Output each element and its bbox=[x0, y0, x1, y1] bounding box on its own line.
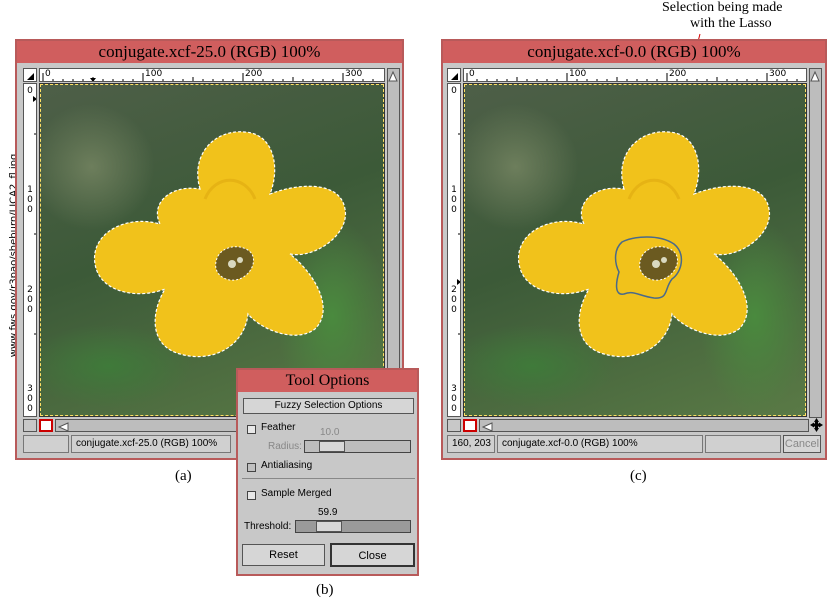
vertical-ruler: 0 1 0 0 2 0 0 3 0 0 bbox=[447, 83, 461, 417]
coords-field bbox=[23, 435, 69, 453]
window-title[interactable]: conjugate.xcf-0.0 (RGB) 100% bbox=[443, 41, 825, 63]
ruler-label-200: 200 bbox=[245, 69, 263, 79]
navigate-icon[interactable] bbox=[810, 418, 823, 432]
close-button[interactable]: Close bbox=[330, 543, 415, 567]
ruler-label-0: 0 bbox=[45, 69, 51, 79]
threshold-slider[interactable] bbox=[295, 520, 411, 533]
caption-b: (b) bbox=[316, 582, 334, 598]
vertical-scrollbar[interactable] bbox=[387, 68, 400, 418]
horizontal-scrollbar[interactable] bbox=[479, 419, 809, 432]
quickmask-off-icon[interactable] bbox=[447, 419, 461, 432]
caption-c: (c) bbox=[630, 468, 647, 484]
antialiasing-checkbox[interactable] bbox=[247, 463, 256, 472]
quickmask-on-icon[interactable] bbox=[39, 419, 53, 432]
sample-merged-label: Sample Merged bbox=[261, 488, 332, 499]
vertical-ruler: 0 1 0 0 2 0 0 3 0 0 bbox=[23, 83, 37, 417]
radius-label: Radius: bbox=[268, 441, 302, 452]
threshold-value: 59.9 bbox=[318, 507, 338, 518]
dialog-title[interactable]: Tool Options bbox=[238, 370, 417, 392]
radius-value: 10.0 bbox=[320, 427, 340, 438]
ruler-label-100: 100 bbox=[145, 69, 163, 79]
status-text: conjugate.xcf-0.0 (RGB) 100% bbox=[497, 435, 703, 453]
cancel-button[interactable]: Cancel bbox=[783, 435, 821, 453]
radius-slider-thumb[interactable] bbox=[319, 441, 345, 452]
ruler-label-300: 300 bbox=[345, 69, 363, 79]
antialiasing-label: Antialiasing bbox=[261, 460, 313, 471]
menu-arrow-icon[interactable] bbox=[23, 68, 37, 82]
canvas-boundary bbox=[40, 84, 384, 416]
image-canvas[interactable] bbox=[39, 83, 385, 417]
threshold-slider-thumb[interactable] bbox=[316, 521, 342, 532]
feather-label: Feather bbox=[261, 422, 296, 433]
divider bbox=[242, 478, 415, 479]
quickmask-on-icon[interactable] bbox=[463, 419, 477, 432]
ruler-label-0: 0 bbox=[469, 69, 475, 79]
reset-button[interactable]: Reset bbox=[242, 544, 325, 566]
tool-options-dialog: Tool Options Fuzzy Selection Options Fea… bbox=[236, 368, 419, 576]
quickmask-off-icon[interactable] bbox=[23, 419, 37, 432]
window-title[interactable]: conjugate.xcf-25.0 (RGB) 100% bbox=[17, 41, 402, 63]
options-header: Fuzzy Selection Options bbox=[243, 398, 414, 414]
vertical-scrollbar[interactable] bbox=[809, 68, 822, 418]
radius-slider[interactable] bbox=[304, 440, 411, 453]
threshold-label: Threshold: bbox=[244, 521, 292, 532]
horizontal-ruler: 0 100 200 300 bbox=[463, 68, 807, 82]
feather-checkbox[interactable] bbox=[247, 425, 256, 434]
sample-merged-checkbox[interactable] bbox=[247, 491, 256, 500]
caption-a: (a) bbox=[175, 468, 192, 484]
image-canvas[interactable] bbox=[463, 83, 807, 417]
ruler-label-100: 100 bbox=[569, 69, 587, 79]
status-text: conjugate.xcf-25.0 (RGB) 100% bbox=[71, 435, 231, 453]
horizontal-ruler: 0 100 200 300 bbox=[39, 68, 385, 82]
canvas-boundary bbox=[464, 84, 806, 416]
menu-arrow-icon[interactable] bbox=[447, 68, 461, 82]
ruler-label-200: 200 bbox=[669, 69, 687, 79]
ruler-label-300: 300 bbox=[769, 69, 787, 79]
progress-field bbox=[705, 435, 781, 453]
image-window-c: conjugate.xcf-0.0 (RGB) 100% 0 100 200 3… bbox=[441, 39, 827, 460]
coords-field: 160, 203 bbox=[447, 435, 495, 453]
